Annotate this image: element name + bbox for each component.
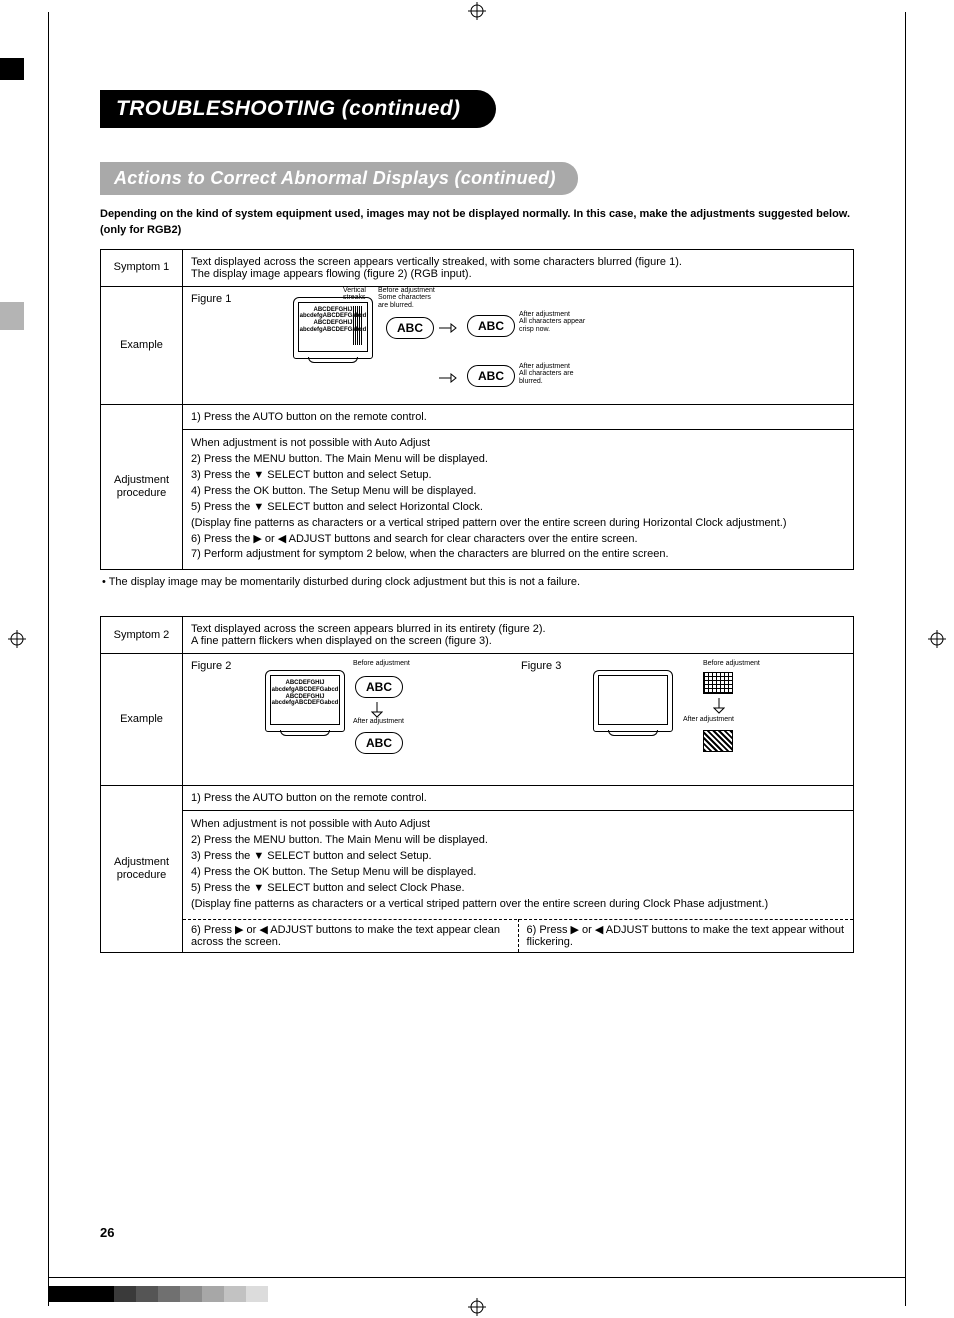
table-row: Example Figure 2 Figure 3 ABCDEFGHIJ abc… xyxy=(101,654,854,786)
symptom1-table: Symptom 1 Text displayed across the scre… xyxy=(100,249,854,571)
monitor-illustration: ABCDEFGHIJ abcdefgABCDEFGabcd ABCDEFGHIJ… xyxy=(293,297,373,359)
swatch xyxy=(158,1286,180,1302)
step-line: 5) Press the ▼ SELECT button and select … xyxy=(191,881,845,897)
step-line: (Display fine patterns as characters or … xyxy=(191,897,845,913)
step-line: When adjustment is not possible with Aut… xyxy=(191,817,845,833)
bleed-marker-black xyxy=(0,58,24,80)
screen-line: ABCDEFGHIJ xyxy=(285,680,324,686)
abc-sample: ABC xyxy=(386,317,434,339)
step-line: 7) Perform adjustment for symptom 2 belo… xyxy=(191,547,845,563)
table-row: Example Figure 1 ABCDEFGHIJ abcdefgABCDE… xyxy=(101,286,854,404)
swatch xyxy=(224,1286,246,1302)
step6a: 6) Press ▶ or ◀ ADJUST buttons to make t… xyxy=(183,919,518,952)
table-row: Symptom 1 Text displayed across the scre… xyxy=(101,249,854,286)
step-line: 2) Press the MENU button. The Main Menu … xyxy=(191,833,845,849)
crop-mark-top xyxy=(468,2,486,20)
step-line: (Display fine patterns as characters or … xyxy=(191,516,845,532)
symptom1-step1: 1) Press the AUTO button on the remote c… xyxy=(183,404,854,429)
abc-sample-blurred: ABC xyxy=(467,365,515,387)
symptom2-steps: When adjustment is not possible with Aut… xyxy=(183,811,854,919)
bleed-marker-gray xyxy=(0,302,24,330)
screen-line: abcdefgABCDEFGabcd xyxy=(272,700,339,706)
swatch xyxy=(246,1286,268,1302)
monitor-illustration: ABCDEFGHIJ abcdefgABCDEFGabcd ABCDEFGHIJ… xyxy=(265,670,345,732)
abc-sample-blurred: ABC xyxy=(355,676,403,698)
before-adjust-label: Before adjustment xyxy=(353,660,410,667)
trim-line-left xyxy=(48,12,49,1306)
fine-pattern-icon xyxy=(703,672,733,694)
screen-line: ABCDEFGHIJ xyxy=(313,307,352,313)
after-adjust-label: After adjustment xyxy=(353,718,404,725)
fine-pattern-icon xyxy=(703,730,733,752)
abc-sample: ABC xyxy=(355,732,403,754)
page-number: 26 xyxy=(100,1225,114,1240)
arrow-right-icon xyxy=(439,373,457,383)
screen-line: abcdefgABCDEFGabcd xyxy=(272,687,339,693)
table-row: Adjustment procedure 1) Press the AUTO b… xyxy=(101,404,854,429)
step-line: 3) Press the ▼ SELECT button and select … xyxy=(191,468,845,484)
crop-mark-bottom xyxy=(468,1298,486,1316)
crop-mark-right xyxy=(928,630,946,648)
symptom2-text: Text displayed across the screen appears… xyxy=(183,617,854,654)
step-line: 6) Press the ▶ or ◀ ADJUST buttons and s… xyxy=(191,532,845,548)
color-bar xyxy=(48,1286,268,1302)
arrow-down-icon xyxy=(713,698,725,714)
table-row: When adjustment is not possible with Aut… xyxy=(101,429,854,570)
trim-line-bottom xyxy=(48,1277,906,1278)
swatch xyxy=(180,1286,202,1302)
after-bad-label: After adjustment All characters are blur… xyxy=(519,363,573,385)
example-label: Example xyxy=(101,654,183,786)
symptom1-text: Text displayed across the screen appears… xyxy=(183,249,854,286)
after-adjust-label: After adjustment xyxy=(683,716,734,723)
swatch xyxy=(114,1286,136,1302)
table-row: When adjustment is not possible with Aut… xyxy=(101,811,854,919)
step-line: 2) Press the MENU button. The Main Menu … xyxy=(191,452,845,468)
arrow-right-icon xyxy=(439,323,457,333)
step-line: 4) Press the OK button. The Setup Menu w… xyxy=(191,484,845,500)
symptom1-example: Figure 1 ABCDEFGHIJ abcdefgABCDEFGabcd A… xyxy=(183,286,854,404)
swatch xyxy=(92,1286,114,1302)
arrow-down-icon xyxy=(371,702,383,718)
screen-line: ABCDEFGHIJ xyxy=(285,694,324,700)
symptom1-label: Symptom 1 xyxy=(101,249,183,286)
symptom2-example: Figure 2 Figure 3 ABCDEFGHIJ abcdefgABCD… xyxy=(183,654,854,786)
crop-mark-left xyxy=(8,630,26,648)
step-line: 4) Press the OK button. The Setup Menu w… xyxy=(191,865,845,881)
symptom2-table: Symptom 2 Text displayed across the scre… xyxy=(100,616,854,953)
example-label: Example xyxy=(101,286,183,404)
adjust-label: Adjustment procedure xyxy=(101,404,183,570)
adjust-label: Adjustment procedure xyxy=(101,786,183,953)
swatch xyxy=(48,1286,70,1302)
symptom1-steps: When adjustment is not possible with Aut… xyxy=(183,429,854,570)
swatch xyxy=(136,1286,158,1302)
swatch xyxy=(202,1286,224,1302)
figure1-label: Figure 1 xyxy=(191,293,231,305)
symptom2-label: Symptom 2 xyxy=(101,617,183,654)
monitor-illustration xyxy=(593,670,673,732)
intro-text: Depending on the kind of system equipmen… xyxy=(100,207,854,239)
step-line: 5) Press the ▼ SELECT button and select … xyxy=(191,500,845,516)
step-line: When adjustment is not possible with Aut… xyxy=(191,436,845,452)
before-adjust-label: Before adjustment Some characters are bl… xyxy=(378,287,435,309)
symptom2-step6-split: 6) Press ▶ or ◀ ADJUST buttons to make t… xyxy=(183,919,854,953)
screen-line: ABCDEFGHIJ xyxy=(313,320,352,326)
abc-sample: ABC xyxy=(467,315,515,337)
after-ok-label: After adjustment All characters appear c… xyxy=(519,311,585,333)
swatch xyxy=(70,1286,92,1302)
table-row: Symptom 2 Text displayed across the scre… xyxy=(101,617,854,654)
step-line: 3) Press the ▼ SELECT button and select … xyxy=(191,849,845,865)
page-title: TROUBLESHOOTING (continued) xyxy=(100,90,496,128)
step6b: 6) Press ▶ or ◀ ADJUST buttons to make t… xyxy=(518,919,854,952)
section-subtitle: Actions to Correct Abnormal Displays (co… xyxy=(100,162,578,195)
table-row: Adjustment procedure 1) Press the AUTO b… xyxy=(101,786,854,811)
trim-line-right xyxy=(905,12,906,1306)
before-adjust-label: Before adjustment xyxy=(703,660,760,667)
symptom2-step1: 1) Press the AUTO button on the remote c… xyxy=(183,786,854,811)
figure3-label: Figure 3 xyxy=(521,660,561,672)
symptom1-note: • The display image may be momentarily d… xyxy=(102,576,854,588)
table-row: 6) Press ▶ or ◀ ADJUST buttons to make t… xyxy=(101,919,854,953)
figure2-label: Figure 2 xyxy=(191,660,231,672)
vertical-streaks-label: Vertical streaks xyxy=(343,287,366,302)
